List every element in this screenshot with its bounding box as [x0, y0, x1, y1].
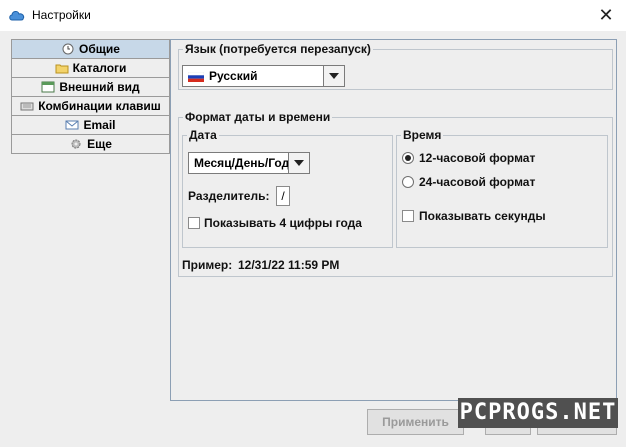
date-group-title: Дата: [189, 128, 217, 142]
tab-label: Еще: [87, 137, 112, 151]
envelope-icon: [65, 120, 79, 130]
radio-24h-label: 24-часовой формат: [419, 175, 536, 189]
cloud-icon: [9, 11, 25, 21]
datetime-group-title: Формат даты и времени: [185, 110, 331, 124]
keyboard-icon: [20, 102, 34, 111]
russia-flag-icon: [188, 72, 204, 82]
radio-12h[interactable]: [402, 152, 414, 164]
chevron-down-icon[interactable]: [288, 153, 309, 173]
tab-shortcuts[interactable]: Комбинации клавиш: [11, 96, 170, 115]
tab-general[interactable]: Общие: [11, 39, 170, 58]
close-button[interactable]: ✕: [594, 4, 618, 26]
time-group-title: Время: [403, 128, 442, 142]
clock-icon: [62, 43, 74, 55]
tab-label: Каталоги: [72, 61, 127, 75]
four-digit-year-label: Показывать 4 цифры года: [204, 216, 362, 230]
separator-input[interactable]: /: [276, 186, 290, 206]
folder-icon: [55, 64, 69, 74]
tab-label: Email: [83, 118, 116, 132]
title-bar: Настройки ✕: [0, 0, 626, 31]
separator-label: Разделитель:: [188, 189, 270, 203]
tab-more[interactable]: Еще: [11, 134, 170, 154]
example-value: 12/31/22 11:59 PM: [238, 258, 340, 272]
chevron-down-icon[interactable]: [323, 66, 344, 86]
settings-tabs: Общие Каталоги Внешний вид Комбинации кл…: [11, 39, 170, 154]
tab-label: Общие: [79, 42, 120, 56]
tab-label: Комбинации клавиш: [38, 99, 161, 113]
apply-button[interactable]: Применить: [367, 409, 464, 435]
appearance-icon: [41, 81, 55, 93]
language-value: Русский: [209, 69, 258, 83]
language-select[interactable]: Русский: [182, 65, 345, 87]
date-format-value: Месяц/День/Год: [194, 156, 290, 170]
show-seconds-label: Показывать секунды: [419, 209, 546, 223]
tab-email[interactable]: Email: [11, 115, 170, 134]
show-seconds-checkbox[interactable]: [402, 210, 414, 222]
date-format-select[interactable]: Месяц/День/Год: [188, 152, 310, 174]
tab-appearance[interactable]: Внешний вид: [11, 77, 170, 96]
gear-icon: [71, 139, 81, 149]
example-label: Пример:: [182, 258, 233, 272]
four-digit-year-checkbox[interactable]: [188, 217, 200, 229]
radio-12h-label: 12-часовой формат: [419, 151, 536, 165]
window-title: Настройки: [32, 8, 91, 22]
tab-label: Внешний вид: [59, 80, 140, 94]
tab-catalogs[interactable]: Каталоги: [11, 58, 170, 77]
general-settings-panel: Язык (потребуется перезапуск) Русский Фо…: [170, 39, 617, 401]
language-group-title: Язык (потребуется перезапуск): [185, 42, 371, 56]
radio-24h[interactable]: [402, 176, 414, 188]
watermark: PCPROGS.NET: [458, 398, 618, 428]
